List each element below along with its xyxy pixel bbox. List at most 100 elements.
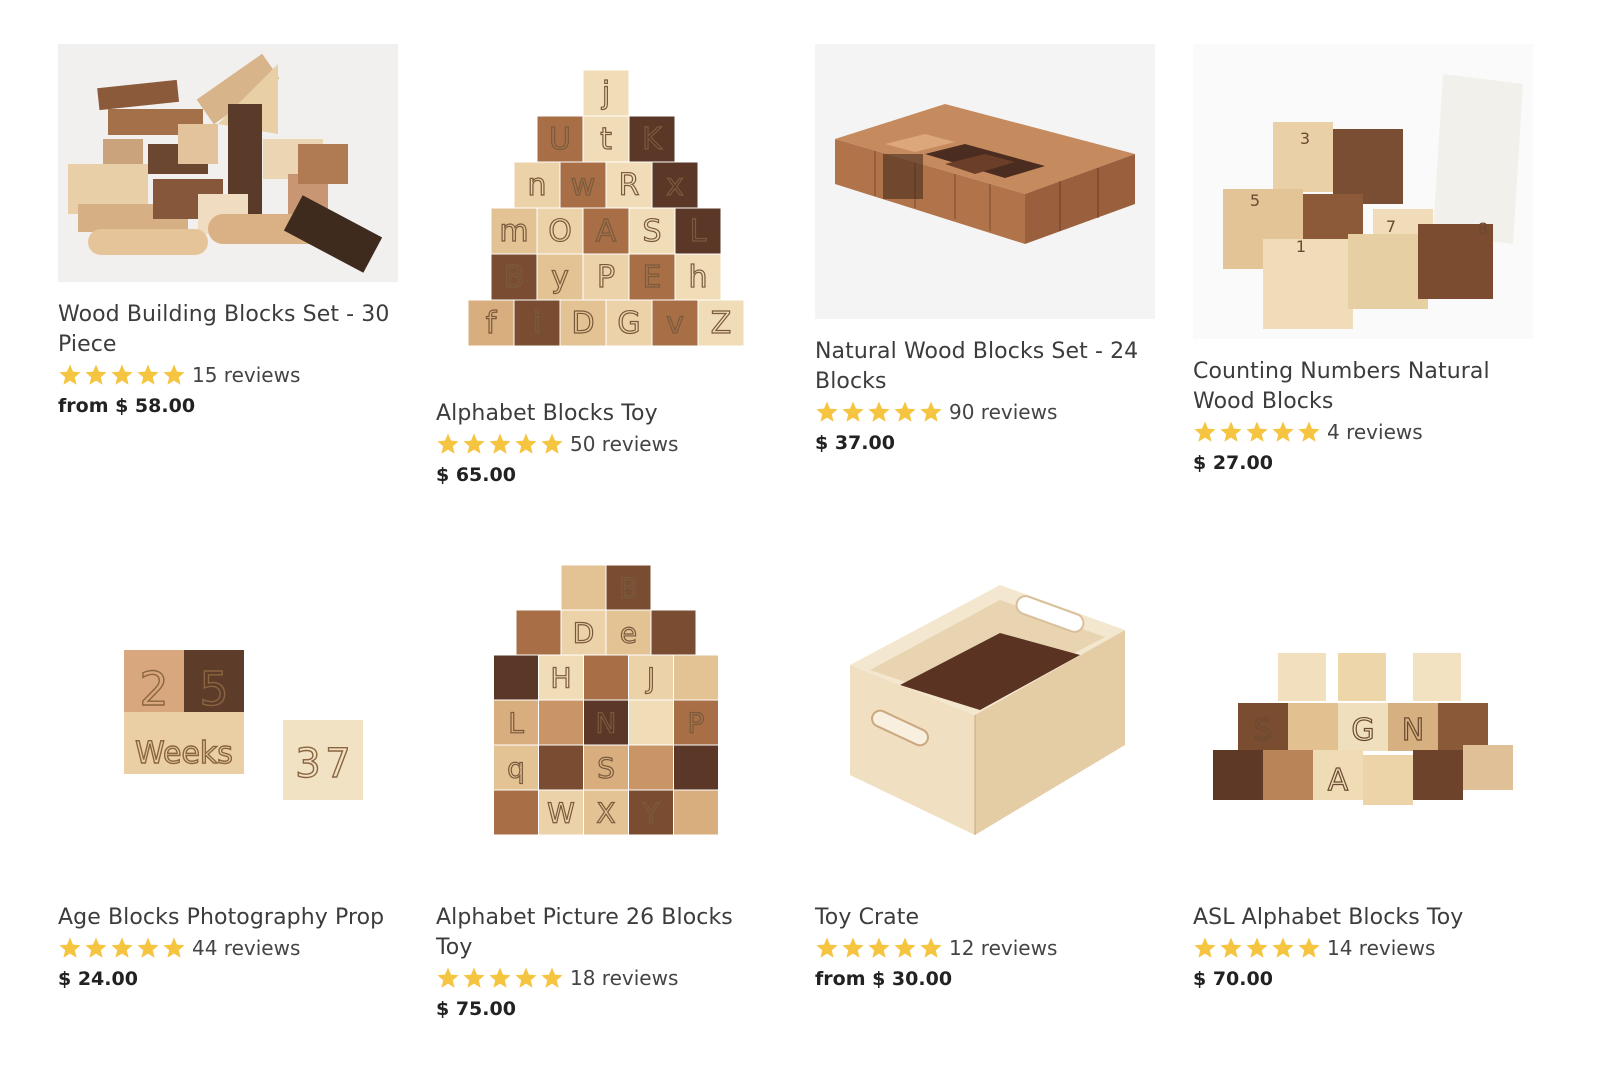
picture-block xyxy=(560,564,607,611)
star-icon xyxy=(59,937,81,958)
star-icon xyxy=(59,364,81,385)
block-letter: E xyxy=(643,260,662,295)
product-title[interactable]: ASL Alphabet Blocks Toy xyxy=(1193,903,1533,933)
review-count[interactable]: 44 reviews xyxy=(192,936,300,960)
review-count[interactable]: 4 reviews xyxy=(1327,420,1423,444)
rating-stars xyxy=(436,966,564,990)
block-letter: e xyxy=(620,616,637,649)
product-title[interactable]: Toy Crate xyxy=(815,903,1155,933)
star-icon xyxy=(85,937,107,958)
product-image[interactable] xyxy=(58,44,398,282)
weeks-glyph: 7 xyxy=(325,741,350,787)
product-title[interactable]: Alphabet Blocks Toy xyxy=(436,399,776,429)
star-icon xyxy=(1194,421,1216,442)
star-icon xyxy=(1272,937,1294,958)
block-letter: B xyxy=(504,260,525,295)
review-count[interactable]: 90 reviews xyxy=(949,400,1057,424)
star-icon xyxy=(85,364,107,385)
product-title[interactable]: Alphabet Picture 26 Blocks Toy xyxy=(436,903,776,963)
star-icon xyxy=(842,401,864,422)
weeks-glyph: 2 xyxy=(139,662,168,716)
block-letter: X xyxy=(596,796,615,829)
product-image[interactable]: 2 5 Weeks 3 7 xyxy=(58,545,398,885)
star-icon xyxy=(894,937,916,958)
product-title[interactable]: Age Blocks Photography Prop xyxy=(58,903,398,933)
block-letter: L xyxy=(508,706,524,739)
review-count[interactable]: 12 reviews xyxy=(949,936,1057,960)
block-letter: h xyxy=(688,260,707,295)
star-icon xyxy=(816,401,838,422)
rating-stars xyxy=(1193,420,1321,444)
star-icon xyxy=(868,937,890,958)
block-letter: q xyxy=(507,751,525,784)
product-rating: 90 reviews xyxy=(815,397,1160,427)
block-letter: S xyxy=(642,214,661,249)
product-price: $ 65.00 xyxy=(436,464,516,486)
picture-block xyxy=(493,654,539,701)
product-price: $ 75.00 xyxy=(436,998,516,1020)
block-letter: f xyxy=(486,306,498,341)
product-card[interactable]: Natural Wood Blocks Set - 24 Blocks 90 r… xyxy=(815,44,1160,457)
product-card[interactable]: 2 5 Weeks 3 7 Age Blocks Photography Prop 44… xyxy=(58,545,403,993)
star-icon xyxy=(816,937,838,958)
picture-block xyxy=(673,789,719,836)
star-icon xyxy=(163,364,185,385)
product-image[interactable]: jUtKnwRx mOASL ByPEh fiDGvZ xyxy=(436,44,776,381)
block-letter: H xyxy=(550,661,571,694)
block-letter: G xyxy=(617,306,640,341)
product-title[interactable]: Counting Numbers Natural Wood Blocks xyxy=(1193,357,1533,417)
picture-block xyxy=(515,609,562,656)
product-rating: 15 reviews xyxy=(58,360,403,390)
review-count[interactable]: 50 reviews xyxy=(570,432,678,456)
block-letter: N xyxy=(596,706,617,739)
number-glyph: 8 xyxy=(1478,219,1488,238)
product-image[interactable]: S GN A xyxy=(1193,545,1533,885)
star-icon xyxy=(1194,937,1216,958)
star-icon xyxy=(463,433,485,454)
product-title[interactable]: Natural Wood Blocks Set - 24 Blocks xyxy=(815,337,1155,397)
product-card[interactable]: SGNA ASL Alphabet Blocks Toy 14 reviews … xyxy=(1193,545,1538,993)
review-count[interactable]: 18 reviews xyxy=(570,966,678,990)
block-letter: y xyxy=(551,260,569,295)
block-letter: n xyxy=(527,168,546,203)
block-letter: K xyxy=(642,122,663,157)
block-letter: x xyxy=(666,168,684,203)
product-title[interactable]: Wood Building Blocks Set - 30 Piece xyxy=(58,300,398,360)
star-icon xyxy=(437,967,459,988)
product-card[interactable]: Wood Building Blocks Set - 30 Piece 15 r… xyxy=(58,44,403,420)
star-icon xyxy=(137,937,159,958)
star-icon xyxy=(463,967,485,988)
product-card[interactable]: 3 5 1 7 8 Counting Numbers Natural Wood Bloc… xyxy=(1193,44,1538,477)
star-icon xyxy=(111,937,133,958)
product-card[interactable]: Toy Crate 12 reviews from $ 30.00 xyxy=(815,545,1160,993)
block-letter: D xyxy=(573,616,595,649)
star-icon xyxy=(1272,421,1294,442)
product-card[interactable]: BDe H J L N Pq SWXY Alphabet Picture 26 Blocks… xyxy=(436,545,781,1023)
block-letter: D xyxy=(571,306,594,341)
picture-block xyxy=(538,699,584,746)
review-count[interactable]: 14 reviews xyxy=(1327,936,1435,960)
product-card[interactable]: jUtKnwRx mOASL ByPEh fiDGvZ Alphabet Blocks… xyxy=(436,44,781,489)
product-image[interactable]: BDe H J L N Pq SWXY xyxy=(436,545,776,885)
star-icon xyxy=(842,937,864,958)
picture-block xyxy=(673,744,719,791)
asl-glyph: S xyxy=(1253,713,1272,748)
product-image[interactable] xyxy=(815,44,1155,319)
number-glyph: 3 xyxy=(1300,129,1310,148)
product-price: from $ 30.00 xyxy=(815,968,953,990)
picture-block xyxy=(628,744,674,791)
block-letter: L xyxy=(690,214,707,249)
star-icon xyxy=(541,967,563,988)
block-letter: v xyxy=(666,306,684,341)
picture-block xyxy=(650,609,697,656)
product-image[interactable]: 3 5 1 7 8 xyxy=(1193,44,1533,339)
review-count[interactable]: 15 reviews xyxy=(192,363,300,387)
rating-stars xyxy=(58,363,186,387)
rating-stars xyxy=(815,936,943,960)
product-image[interactable] xyxy=(815,545,1155,885)
rating-stars xyxy=(1193,936,1321,960)
picture-block xyxy=(583,654,629,701)
number-glyph: 5 xyxy=(1250,191,1260,210)
block-letter: i xyxy=(533,306,541,341)
rating-stars xyxy=(815,400,943,424)
